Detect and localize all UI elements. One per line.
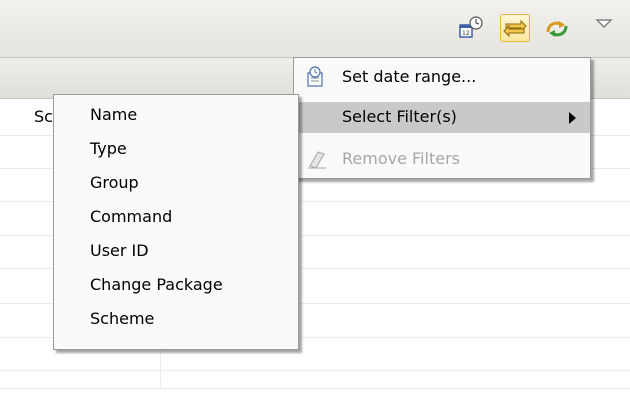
- column-header-label: Sc: [34, 107, 53, 126]
- submenu-arrow-icon: [569, 112, 576, 124]
- submenu-item-label: Name: [90, 105, 138, 124]
- submenu-item-type[interactable]: Type: [54, 133, 298, 166]
- menu-item-label: Remove Filters: [342, 149, 460, 168]
- menu-item-label: Select Filter(s): [342, 107, 457, 126]
- filter-submenu: Name Type Group Command User ID Change P…: [53, 94, 299, 350]
- menu-item-label: Set date range...: [342, 67, 477, 86]
- history-calendar-icon[interactable]: 12: [455, 14, 485, 42]
- menu-item-set-date-range[interactable]: Set date range...: [294, 62, 590, 93]
- submenu-item-label: Group: [90, 173, 139, 192]
- submenu-item-change-package[interactable]: Change Package: [54, 269, 298, 302]
- view-menu-chevron-icon[interactable]: [590, 14, 618, 42]
- menu-item-select-filters[interactable]: Select Filter(s): [294, 102, 590, 133]
- table-row: [0, 370, 630, 371]
- submenu-item-label: Command: [90, 207, 173, 226]
- refresh-sync-icon[interactable]: [542, 14, 572, 42]
- submenu-item-command[interactable]: Command: [54, 201, 298, 234]
- submenu-item-name[interactable]: Name: [54, 99, 298, 132]
- submenu-item-scheme[interactable]: Scheme: [54, 303, 298, 336]
- table-row: [0, 388, 630, 389]
- view-toolbar: 12: [0, 0, 630, 58]
- view-dropdown-menu: Set date range... Select Filter(s) Remov…: [293, 57, 591, 179]
- svg-text:12: 12: [462, 30, 470, 37]
- submenu-item-label: Scheme: [90, 309, 155, 328]
- compare-arrows-icon[interactable]: [500, 14, 530, 42]
- submenu-item-group[interactable]: Group: [54, 167, 298, 200]
- eraser-icon: [306, 148, 328, 170]
- submenu-item-user-id[interactable]: User ID: [54, 235, 298, 268]
- submenu-item-label: User ID: [90, 241, 149, 260]
- submenu-item-label: Change Package: [90, 275, 223, 294]
- submenu-item-label: Type: [90, 139, 127, 158]
- menu-item-remove-filters: Remove Filters: [294, 144, 590, 175]
- calendar-clock-icon: [306, 66, 328, 88]
